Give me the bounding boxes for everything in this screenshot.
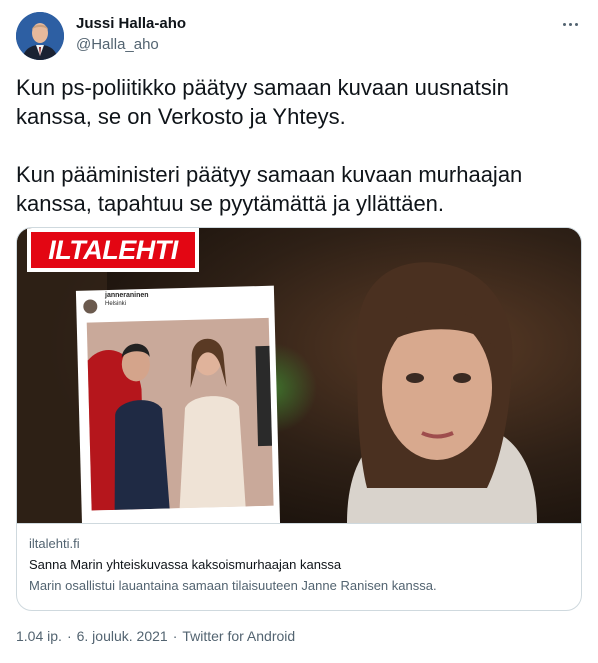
card-description: Marin osallistui lauantaina samaan tilai… [29,578,437,593]
inset-location: Helsinki [105,301,127,307]
card-title: Sanna Marin yhteiskuvassa kaksoismurhaaj… [29,557,342,572]
author-handle[interactable]: @Halla_aho [76,36,159,53]
separator: · [172,628,178,644]
profile-photo-icon [16,12,64,60]
article-thumbnail [17,228,581,523]
tweet-text: Kun ps-poliitikko päätyy samaan kuvaan u… [16,75,523,216]
card-image[interactable]: ILTALEHTI janneraninen Helsinki [17,228,581,523]
tweet-header: Jussi Halla-aho @Halla_aho [16,12,582,60]
card-meta[interactable]: iltalehti.fi Sanna Marin yhteiskuvassa k… [17,523,581,610]
author-avatar[interactable] [16,12,64,60]
tweet-footer: 1.04 ip. · 6. jouluk. 2021 · Twitter for… [16,628,295,644]
tweet-date[interactable]: 6. jouluk. 2021 [77,628,168,644]
tweet-source[interactable]: Twitter for Android [182,628,295,644]
tweet-time[interactable]: 1.04 ip. [16,628,62,644]
card-domain: iltalehti.fi [29,536,80,551]
link-card[interactable]: ILTALEHTI janneraninen Helsinki iltaleht… [16,227,582,611]
ellipsis-icon[interactable] [560,14,580,34]
inset-username: janneraninen [105,292,149,299]
publisher-logo: ILTALEHTI [48,235,178,265]
separator: · [66,628,72,644]
author-name[interactable]: Jussi Halla-aho [76,15,186,32]
